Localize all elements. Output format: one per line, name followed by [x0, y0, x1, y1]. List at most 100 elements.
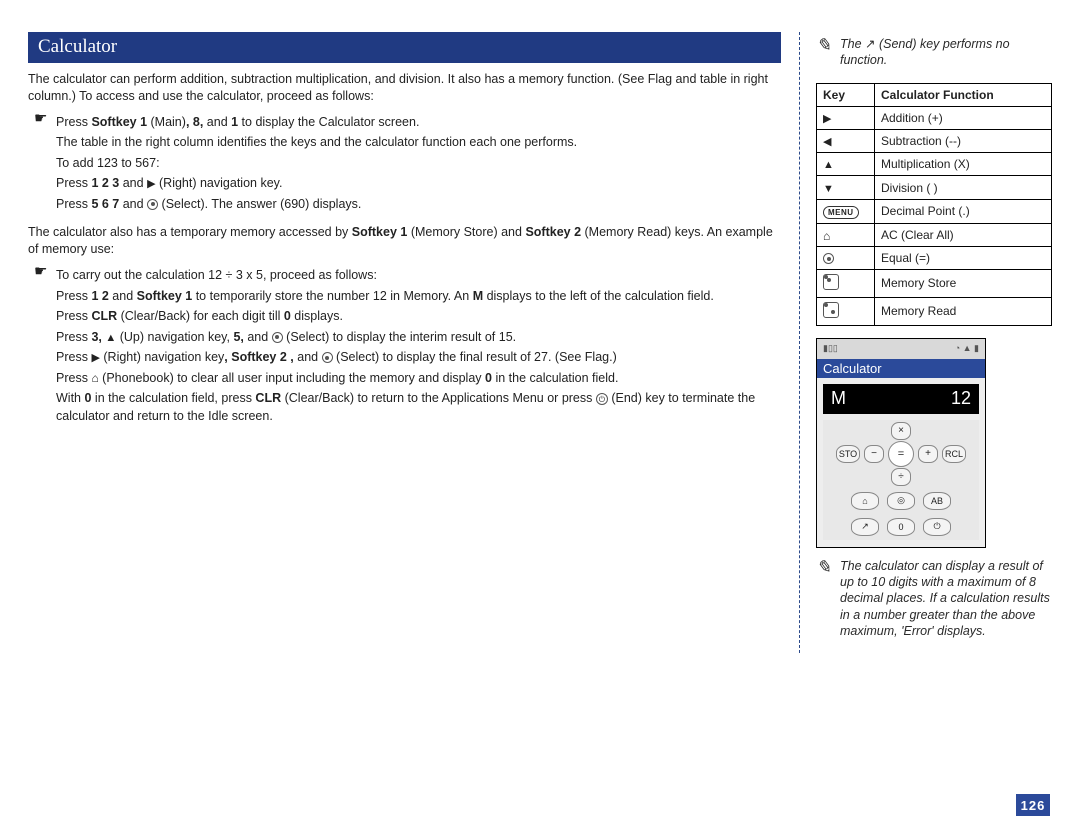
left-nav-icon [823, 135, 831, 148]
t: (Up) navigation key, [116, 330, 233, 344]
t: (Memory Store) and [407, 225, 525, 239]
display-value: 12 [951, 388, 971, 409]
right-nav-icon [91, 351, 99, 364]
t: The calculator also has a temporary memo… [28, 225, 352, 239]
nav-down: ÷ [891, 468, 911, 486]
t: The table in the right column identifies… [56, 134, 781, 152]
memory-paragraph: The calculator also has a temporary memo… [28, 224, 781, 258]
t: and [119, 176, 147, 190]
t: (Phonebook) to clear all user input incl… [99, 371, 485, 385]
select-icon [322, 352, 333, 363]
bullet-icon: ☛ [28, 111, 56, 217]
memory-store-icon [823, 274, 839, 290]
t: and [109, 289, 137, 303]
t: Press [56, 350, 91, 364]
t: The [840, 37, 865, 51]
select-icon [272, 332, 283, 343]
page-number: 126 [1016, 794, 1050, 816]
t: Softkey 1 [91, 115, 147, 129]
intro-paragraph: The calculator can perform addition, sub… [28, 71, 781, 105]
phonebook-icon [91, 372, 98, 385]
t: and [203, 115, 231, 129]
t: Press [56, 176, 91, 190]
t: and [119, 197, 147, 211]
memory-indicator: M [831, 388, 846, 409]
t: (Clear/Back) to return to the Applicatio… [281, 391, 596, 405]
note-text: The calculator can display a result of u… [840, 558, 1052, 639]
note-digits: ✎ The calculator can display a result of… [816, 558, 1052, 639]
t: (Select) to display the final result of … [333, 350, 617, 364]
t: , 8, [186, 115, 203, 129]
down-nav-icon [823, 182, 834, 195]
zero-key: 0 [887, 518, 915, 536]
end-key: ⏻ [923, 518, 951, 536]
phonebook-icon [823, 230, 830, 242]
cell: Subtraction (--) [875, 129, 1052, 152]
t: 0 [284, 309, 291, 323]
bullet-icon: ☛ [28, 264, 56, 428]
keypad: STO × ÷ − + = RCL ⌂ ◎ AB ↗ [823, 420, 979, 540]
memory-read-icon [823, 302, 839, 318]
note-icon: ✎ [816, 36, 840, 69]
menu-key-icon: MENU [823, 206, 859, 219]
cell: Decimal Point (.) [875, 199, 1052, 223]
t: (Main) [147, 115, 186, 129]
app-title: Calculator [817, 359, 985, 378]
cell: Memory Read [875, 297, 1052, 325]
t: Softkey 1 [137, 289, 193, 303]
cell: AC (Clear All) [875, 223, 1052, 246]
t: to display the Calculator screen. [238, 115, 419, 129]
send-key: ↗ [851, 518, 879, 536]
cell: Multiplication (X) [875, 153, 1052, 176]
t: CLR [91, 309, 117, 323]
t: displays to the left of the calculation … [483, 289, 714, 303]
softkey-2: RCL [942, 445, 966, 463]
calculator-screenshot: ▮▯▯◔ ▲ ▮ Calculator M 12 STO × ÷ − + = R… [816, 338, 986, 548]
ab-key: AB [923, 492, 951, 510]
cell: Addition (+) [875, 106, 1052, 129]
select-icon [147, 199, 158, 210]
t: Press [56, 197, 91, 211]
right-nav-icon [147, 177, 155, 190]
nav-left: − [864, 445, 884, 463]
t: (Clear/Back) for each digit till [117, 309, 284, 323]
t: M [473, 289, 483, 303]
cell: Equal (=) [875, 246, 1052, 269]
t: and [294, 350, 322, 364]
t: 5, [233, 330, 243, 344]
nav-up: × [891, 422, 911, 440]
t: and [244, 330, 272, 344]
t: Softkey 2 [525, 225, 581, 239]
procedure-2: ☛ To carry out the calculation 12 ÷ 3 x … [28, 264, 781, 428]
th-key: Key [817, 83, 875, 106]
t: Press [56, 115, 91, 129]
phonebook-key: ⌂ [851, 492, 879, 510]
t: 3, [91, 330, 101, 344]
nav-right: + [918, 445, 938, 463]
t: displays. [291, 309, 343, 323]
softkey-1: STO [836, 445, 860, 463]
t: 5 6 7 [91, 197, 119, 211]
t: 1 2 [91, 289, 108, 303]
nav-center: = [888, 441, 914, 467]
t: 1 2 3 [91, 176, 119, 190]
t: in the calculation field, press [91, 391, 255, 405]
calc-display: M 12 [823, 384, 979, 414]
t: (Select) to display the interim result o… [283, 330, 516, 344]
t: Press [56, 371, 91, 385]
t: , Softkey 2 , [224, 350, 293, 364]
select-icon [823, 253, 834, 264]
t: Softkey 1 [352, 225, 408, 239]
t: Press [56, 309, 91, 323]
t: To add 123 to 567: [56, 155, 781, 173]
th-function: Calculator Function [875, 83, 1052, 106]
main-column: Calculator The calculator can perform ad… [28, 32, 800, 653]
t: (Select). The answer (690) displays. [158, 197, 361, 211]
right-nav-icon [823, 112, 831, 125]
section-title: Calculator [28, 32, 781, 63]
send-icon [865, 38, 875, 51]
up-nav-icon [823, 158, 834, 171]
t: CLR [255, 391, 281, 405]
up-nav-icon [105, 331, 116, 344]
t: With [56, 391, 84, 405]
